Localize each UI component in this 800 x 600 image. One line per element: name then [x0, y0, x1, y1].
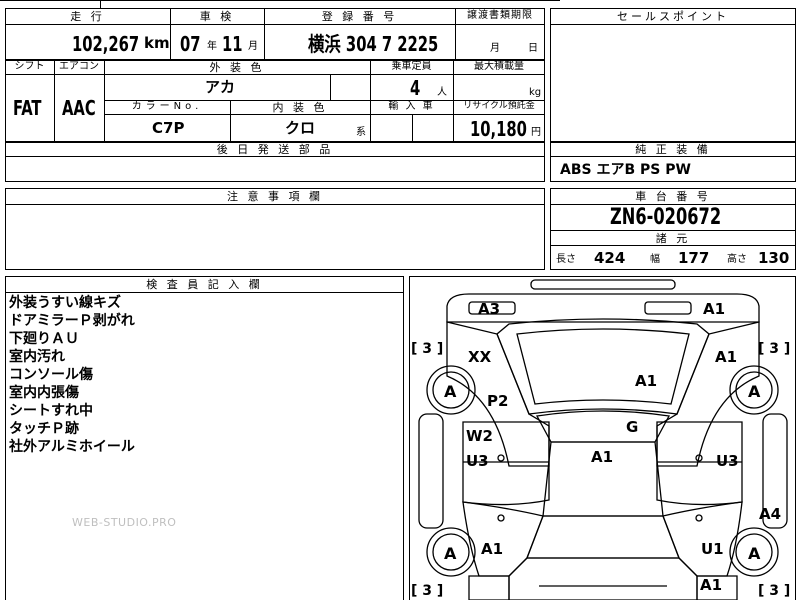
year-unit: 年 [207, 41, 217, 52]
genuine-equipment-value: ABS エアB PS PW [560, 162, 691, 178]
inspection-year: 07 [180, 32, 201, 56]
width-value: 177 [678, 249, 710, 267]
damage-pillar-left: P2 [487, 392, 509, 410]
wheel-grade-rear-right: A [748, 544, 761, 563]
note-line: シートすれ中 [9, 403, 93, 419]
sales-point-box [550, 8, 796, 142]
import-label: 輸 入 車 [388, 101, 435, 112]
note-line: 社外アルミホイール [9, 439, 135, 455]
inspector-notes: 外装うすい線キズ ドアミラーＰ剥がれ 下廻りＡＵ 室内汚れ コンソール傷 室内内… [9, 294, 135, 456]
damage-front-door-left: W2 [466, 427, 493, 445]
caution-label: 注 意 事 項 欄 [227, 190, 323, 203]
damage-rear-fender-left: A1 [481, 540, 504, 558]
note-line: 下廻りＡＵ [9, 331, 79, 347]
shift-value: FAT [13, 96, 42, 120]
interior-suffix: 系 [356, 127, 366, 138]
later-parts-label: 後 日 発 送 部 品 [216, 143, 334, 156]
wheel-grade-rear-left: A [444, 544, 457, 563]
width-label: 幅 [650, 254, 660, 265]
height-label: 高さ [727, 254, 747, 265]
tire-mark-front-right: [ 3 ] [758, 341, 791, 357]
chassis-value: ZN6-020672 [610, 205, 722, 230]
tire-mark-rear-left: [ 3 ] [411, 583, 444, 599]
damage-rear-quarter-right: A4 [759, 505, 782, 523]
max-load-unit: kg [529, 87, 542, 98]
color-no-label: カラーNo. [131, 101, 203, 112]
length-label: 長さ [556, 254, 576, 265]
registration-value: 横浜 304 7 2225 [308, 32, 439, 56]
mileage-unit: km [144, 34, 170, 52]
damage-hood: A1 [635, 372, 658, 390]
exterior-color-value: アカ [205, 78, 236, 96]
damage-rear-fender-right: U1 [701, 540, 724, 558]
capacity-label: 乗車定員 [391, 61, 432, 72]
recycle-value: 10,180 [470, 117, 527, 141]
note-line: 室内汚れ [9, 349, 65, 365]
color-no-value: C7P [152, 119, 185, 137]
tire-mark-front-left: [ 3 ] [411, 341, 444, 357]
note-line: 外装うすい線キズ [9, 295, 121, 311]
inspection-month: 11 [222, 32, 243, 56]
max-load-label: 最大積載量 [474, 61, 524, 72]
genuine-equipment-label: 純 正 装 備 [635, 143, 711, 156]
damage-front-door-right-under: U3 [716, 452, 739, 470]
exterior-color-label: 外 装 色 [209, 61, 265, 74]
inspection-label: 車 検 [199, 10, 235, 23]
interior-color-label: 内 装 色 [272, 101, 328, 114]
watermark: WEB-STUDIO.PRO [72, 516, 177, 529]
note-line: タッチＰ跡 [9, 421, 79, 437]
transfer-month-unit: 月 [490, 43, 500, 54]
damage-front-bumper-left: A3 [478, 300, 501, 318]
damage-roof: A1 [591, 448, 614, 466]
aircon-value: AAC [62, 96, 96, 120]
damage-front-fender-right: A1 [715, 348, 738, 366]
recycle-unit: 円 [531, 127, 541, 138]
height-value: 130 [758, 249, 790, 267]
interior-color-value: クロ [285, 119, 316, 137]
wheel-grade-front-right: A [748, 382, 761, 401]
damage-front-bumper-right: A1 [703, 300, 726, 318]
chassis-label: 車 台 番 号 [635, 190, 711, 203]
note-line: コンソール傷 [9, 367, 93, 383]
capacity-value: 4 [410, 76, 421, 100]
mileage-label: 走 行 [70, 10, 105, 23]
transfer-deadline-label: 譲渡書類期限 [467, 10, 533, 21]
length-value: 424 [594, 249, 626, 267]
month-unit: 月 [248, 41, 258, 52]
inspector-label: 検 査 員 記 入 欄 [146, 278, 263, 291]
aircon-label: エアコン [59, 61, 99, 72]
recycle-label: リサイクル預託金 [463, 101, 535, 111]
tire-mark-rear-right: [ 3 ] [758, 583, 791, 599]
mileage-value: 102,267 [72, 32, 140, 56]
damage-front-door-left-under: U3 [466, 452, 489, 470]
sales-point-label: セールスポイント [617, 10, 729, 23]
registration-label: 登 録 番 号 [321, 10, 398, 23]
shift-label: シフト [14, 61, 45, 72]
transfer-day-unit: 日 [528, 43, 538, 54]
wheel-grade-front-left: A [444, 382, 457, 401]
damage-glass: G [626, 418, 639, 436]
note-line: ドアミラーＰ剥がれ [9, 313, 135, 329]
specs-label: 諸 元 [655, 232, 691, 245]
damage-rear-bumper-right: A1 [700, 576, 723, 594]
capacity-unit: 人 [437, 87, 447, 98]
note-line: 室内内張傷 [9, 385, 79, 401]
damage-front-fender-left: XX [468, 348, 492, 366]
